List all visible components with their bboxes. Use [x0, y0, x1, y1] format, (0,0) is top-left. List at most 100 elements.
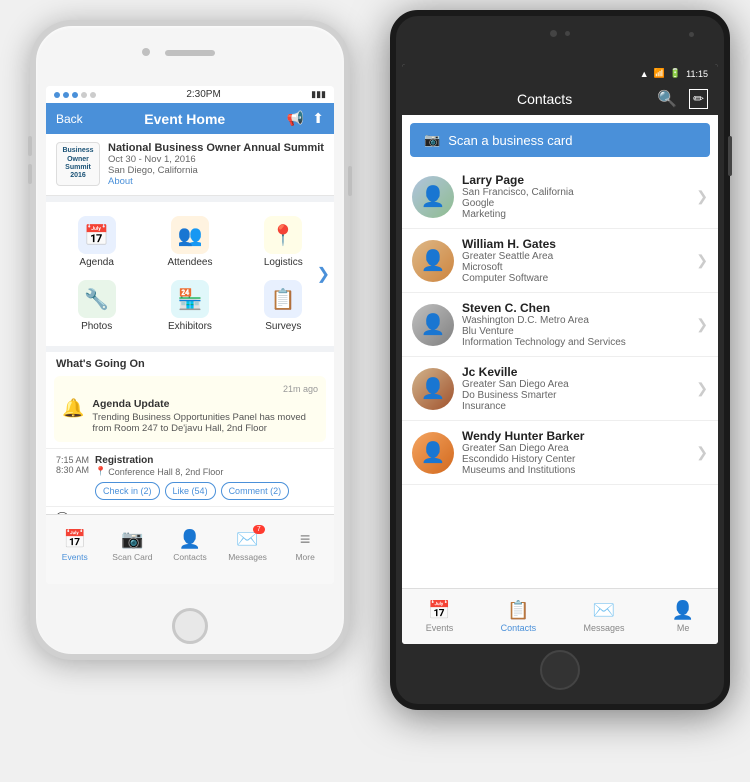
ios-phone: 2:30PM ▮▮▮ Back Event Home 📢 ⬆ BusinessO…	[30, 20, 350, 660]
contact-location-jc: Greater San Diego Area	[462, 379, 688, 390]
contact-chevron-wendy: ❯	[696, 444, 708, 461]
contact-item-bill[interactable]: 👤 William H. Gates Greater Seattle Area …	[402, 229, 718, 293]
contact-avatar-wendy: 👤	[412, 432, 454, 474]
event-about-link[interactable]: About	[108, 176, 324, 187]
android-camera-lens	[550, 30, 557, 37]
android-home-button[interactable]	[540, 650, 580, 690]
android-tab-events[interactable]: 📅 Events	[426, 600, 454, 633]
contact-location-wendy: Greater San Diego Area	[462, 443, 688, 454]
android-me-icon: 👤	[672, 600, 694, 621]
android-phone: ▲ 📶 🔋 11:15 Contacts 🔍 ✏ 📷 Scan a busine…	[390, 10, 730, 710]
exhibitors-icon-item[interactable]: 🏪 Exhibitors	[143, 274, 236, 338]
scan-card-tab-icon: 📷	[121, 529, 143, 550]
ios-home-button[interactable]	[172, 608, 208, 644]
megaphone-icon: 📢	[287, 110, 304, 127]
more-tab-icon: ≡	[300, 529, 311, 550]
contact-item-jc[interactable]: 👤 Jc Keville Greater San Diego Area Do B…	[402, 357, 718, 421]
surveys-icon: 📋	[264, 280, 302, 318]
contact-company-wendy: Escondido History Center	[462, 454, 688, 465]
exhibitors-icon: 🏪	[171, 280, 209, 318]
back-button[interactable]: Back	[56, 112, 83, 126]
messages-tab-label: Messages	[228, 552, 267, 562]
android-search-icon[interactable]: 🔍	[657, 89, 677, 109]
android-contacts-icon: 📋	[507, 600, 529, 621]
photos-label: Photos	[81, 321, 112, 332]
tab-messages[interactable]: ✉️7 Messages	[222, 529, 274, 562]
tab-scan-card[interactable]: 📷 Scan Card	[106, 529, 158, 562]
android-tab-me[interactable]: 👤 Me	[672, 600, 694, 633]
android-sensor	[565, 31, 570, 36]
reg-details: Registration 📍 Conference Hall 8, 2nd Fl…	[95, 455, 324, 500]
contact-industry-jc: Insurance	[462, 401, 688, 412]
android-events-label: Events	[426, 623, 454, 633]
tab-contacts[interactable]: 👤 Contacts	[164, 529, 216, 562]
android-status-bar: ▲ 📶 🔋 11:15	[402, 64, 718, 83]
contact-chevron-larry: ❯	[696, 188, 708, 205]
ios-battery: ▮▮▮	[311, 89, 326, 100]
contact-info-jc: Jc Keville Greater San Diego Area Do Bus…	[462, 365, 688, 412]
scan-button-label: Scan a business card	[448, 133, 572, 148]
attendees-icon-item[interactable]: 👥 Attendees	[143, 210, 236, 274]
contact-company-steven: Blu Venture	[462, 326, 688, 337]
icon-grid: 📅 Agenda 👥 Attendees 📍 Logistics 🔧 Photo…	[46, 202, 334, 346]
contact-avatar-larry: 👤	[412, 176, 454, 218]
event-dates: Oct 30 - Nov 1, 2016	[108, 154, 324, 165]
comment-button[interactable]: Comment (2)	[221, 482, 290, 500]
scan-business-card-button[interactable]: 📷 Scan a business card	[410, 123, 710, 157]
tab-events[interactable]: 📅 Events	[49, 529, 101, 562]
android-edit-icon[interactable]: ✏	[689, 89, 708, 109]
camera-icon: 📷	[424, 132, 440, 148]
contact-info-wendy: Wendy Hunter Barker Greater San Diego Ar…	[462, 429, 688, 476]
contact-chevron-steven: ❯	[696, 316, 708, 333]
android-tab-contacts[interactable]: 📋 Contacts	[501, 600, 537, 633]
event-info: National Business Owner Annual Summit Oc…	[108, 142, 324, 187]
agenda-row: 🔔 Agenda Update Trending Business Opport…	[62, 398, 318, 434]
reg-action-buttons: Check in (2) Like (54) Comment (2)	[95, 482, 324, 500]
photos-icon-item[interactable]: 🔧 Photos	[50, 274, 143, 338]
contact-avatar-bill: 👤	[412, 240, 454, 282]
share-icon[interactable]: ⬆	[312, 110, 324, 127]
agenda-text: Agenda Update Trending Business Opportun…	[92, 398, 318, 434]
contacts-tab-label: Contacts	[173, 552, 207, 562]
contact-industry-wendy: Museums and Institutions	[462, 465, 688, 476]
android-header-title: Contacts	[517, 91, 572, 107]
photos-icon: 🔧	[78, 280, 116, 318]
agenda-time-ago: 21m ago	[62, 384, 318, 394]
contact-name-jc: Jc Keville	[462, 365, 688, 379]
events-tab-icon: 📅	[64, 529, 86, 550]
ios-side-button	[348, 166, 352, 196]
event-logo: BusinessOwnerSummit2016	[56, 142, 100, 186]
android-screen: ▲ 📶 🔋 11:15 Contacts 🔍 ✏ 📷 Scan a busine…	[402, 64, 718, 644]
android-tab-messages[interactable]: ✉️ Messages	[583, 600, 624, 633]
contact-avatar-jc: 👤	[412, 368, 454, 410]
android-messages-label: Messages	[583, 623, 624, 633]
event-name: National Business Owner Annual Summit	[108, 142, 324, 154]
section-title: What's Going On	[46, 352, 334, 376]
like-button[interactable]: Like (54)	[165, 482, 216, 500]
android-wifi-icon: 📶	[654, 68, 665, 79]
grid-chevron-icon: ❯	[317, 264, 330, 284]
contact-name-bill: William H. Gates	[462, 237, 688, 251]
whats-going-on-section: What's Going On 21m ago 🔔 Agenda Update …	[46, 352, 334, 540]
more-tab-label: More	[295, 552, 314, 562]
reg-name: Registration	[95, 455, 324, 466]
contact-item-larry[interactable]: 👤 Larry Page San Francisco, California G…	[402, 165, 718, 229]
contact-item-steven[interactable]: 👤 Steven C. Chen Washington D.C. Metro A…	[402, 293, 718, 357]
tab-more[interactable]: ≡ More	[279, 529, 331, 562]
agenda-icon-item[interactable]: 📅 Agenda	[50, 210, 143, 274]
logistics-label: Logistics	[264, 257, 303, 268]
contact-name-larry: Larry Page	[462, 173, 688, 187]
contact-industry-larry: Marketing	[462, 209, 688, 220]
agenda-update-title: Agenda Update	[92, 398, 318, 410]
contact-name-wendy: Wendy Hunter Barker	[462, 429, 688, 443]
event-header: BusinessOwnerSummit2016 National Busines…	[46, 134, 334, 196]
check-in-button[interactable]: Check in (2)	[95, 482, 160, 500]
contact-name-steven: Steven C. Chen	[462, 301, 688, 315]
contact-item-wendy[interactable]: 👤 Wendy Hunter Barker Greater San Diego …	[402, 421, 718, 485]
android-speaker	[689, 32, 694, 37]
contact-location-steven: Washington D.C. Metro Area	[462, 315, 688, 326]
bell-icon: 🔔	[62, 398, 84, 419]
android-side-button	[728, 136, 732, 176]
contact-avatar-steven: 👤	[412, 304, 454, 346]
android-events-icon: 📅	[428, 600, 450, 621]
